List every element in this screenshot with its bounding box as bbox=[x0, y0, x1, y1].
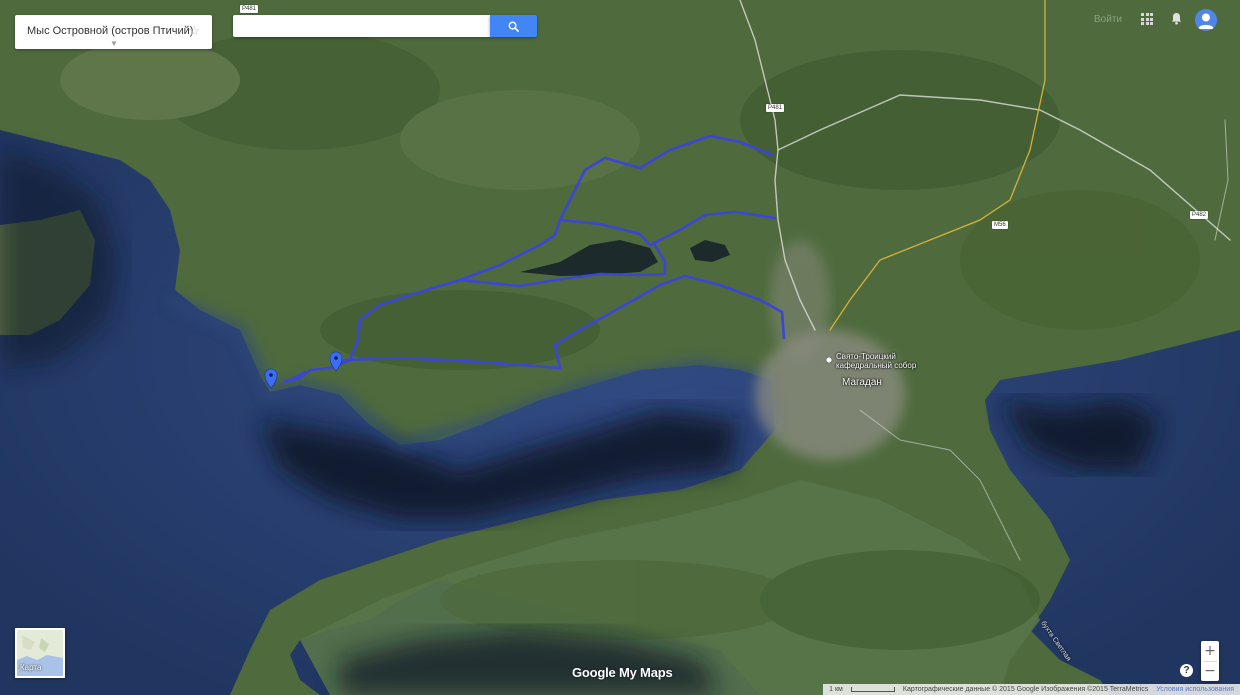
road-badge: Р482 bbox=[1190, 211, 1209, 219]
scale-label: 1 км bbox=[829, 686, 843, 693]
city-label: Магадан bbox=[842, 377, 882, 388]
satellite-map[interactable] bbox=[0, 0, 1240, 695]
help-icon[interactable]: ? bbox=[1180, 664, 1193, 677]
search-input[interactable] bbox=[233, 15, 490, 37]
map-footer: 1 км Картографические данные © 2015 Goog… bbox=[823, 684, 1240, 695]
sign-in-faded-text: Войти bbox=[1094, 14, 1122, 25]
apps-icon[interactable] bbox=[1141, 13, 1153, 25]
zoom-control[interactable]: + − bbox=[1201, 641, 1219, 681]
avatar-icon[interactable] bbox=[1195, 9, 1217, 31]
bell-icon[interactable] bbox=[1171, 12, 1182, 25]
chevron-down-icon[interactable]: ▼ bbox=[110, 39, 118, 48]
road-badge: Р481 bbox=[766, 104, 785, 112]
road-badge: М56 bbox=[992, 221, 1008, 229]
map-title-card[interactable]: Мыс Островной (остров Птичий) ☆ ▼ bbox=[15, 15, 212, 49]
search-button[interactable] bbox=[490, 15, 537, 37]
zoom-in-button[interactable]: + bbox=[1201, 641, 1219, 661]
terms-link[interactable]: Условия использования bbox=[1156, 686, 1234, 693]
poi-label: Свято-Троицкий кафедральный собор bbox=[836, 352, 917, 370]
scale-bar bbox=[850, 687, 895, 692]
minimap-label: Карта bbox=[20, 663, 42, 672]
search-icon bbox=[508, 21, 519, 32]
road-badge: Р481 bbox=[240, 5, 259, 13]
attribution-text: Картографические данные © 2015 Google Из… bbox=[902, 686, 1149, 693]
map-type-toggle[interactable]: Карта bbox=[15, 628, 65, 678]
zoom-out-button[interactable]: − bbox=[1201, 662, 1219, 681]
star-icon[interactable]: ☆ bbox=[188, 23, 200, 39]
google-my-maps-logo: Google My Maps bbox=[572, 665, 673, 680]
map-title: Мыс Островной (остров Птичий) bbox=[27, 25, 194, 37]
